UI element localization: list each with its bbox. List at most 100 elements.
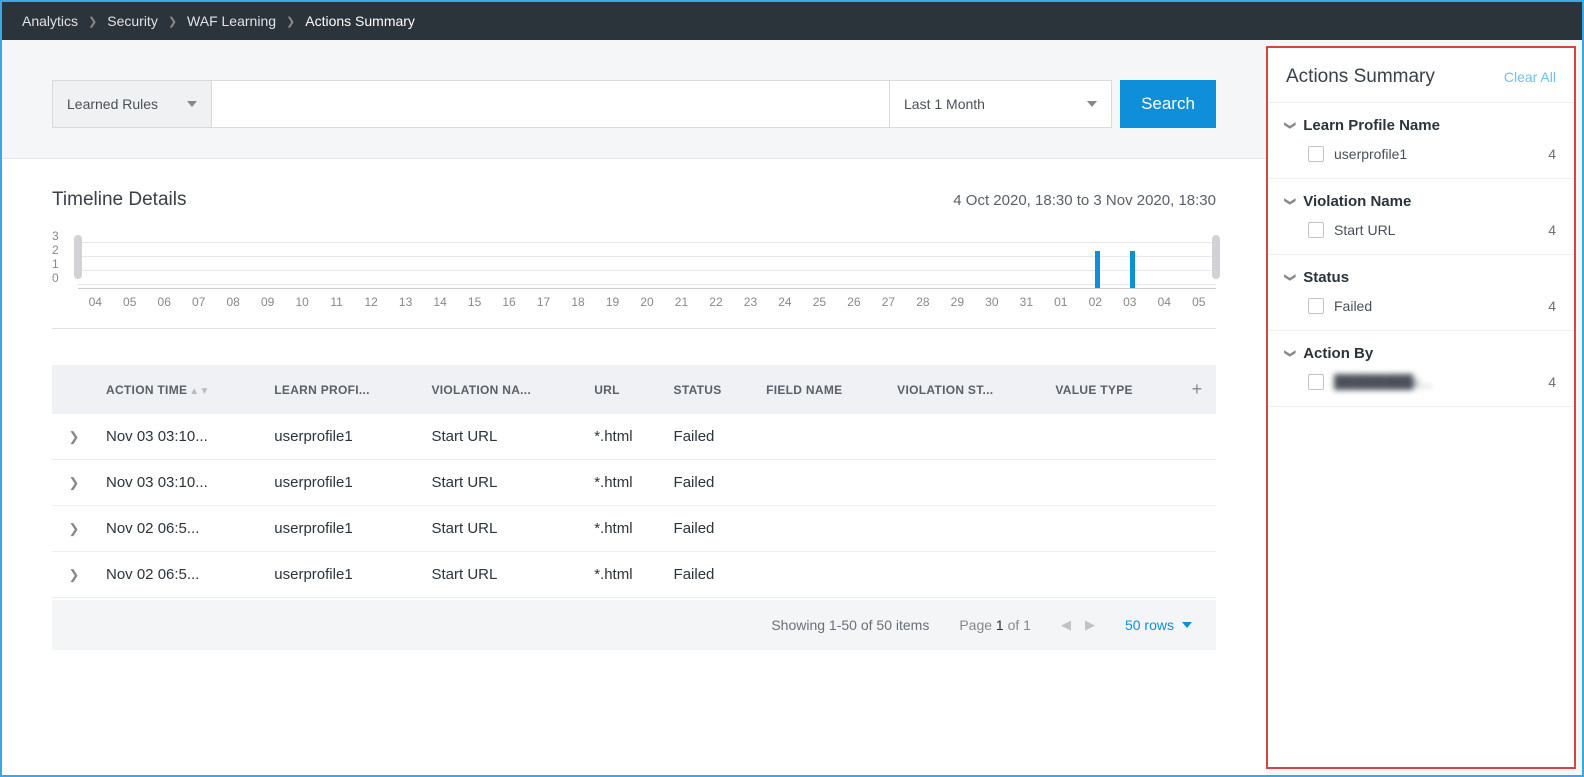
cell-violation-st (887, 506, 1045, 552)
cell-action-time: Nov 03 03:10... (96, 414, 264, 460)
table-row[interactable]: ❯ Nov 02 06:5... userprofile1 Start URL … (52, 506, 1216, 552)
facet-count: 4 (1548, 146, 1556, 162)
cell-value-type (1045, 506, 1178, 552)
chevron-down-icon: ❯ (1284, 273, 1297, 282)
table-footer: Showing 1-50 of 50 items Page 1 of 1 ◀ ▶… (52, 600, 1216, 650)
chevron-down-icon (1087, 101, 1097, 107)
cell-learn-profile: userprofile1 (264, 414, 421, 460)
cell-field-name (756, 460, 887, 506)
next-page-button[interactable]: ▶ (1085, 617, 1095, 633)
facet-group: ❯ Learn Profile Name userprofile1 4 (1268, 103, 1574, 179)
time-range-dropdown[interactable]: Last 1 Month (890, 80, 1112, 128)
facet-count: 4 (1548, 222, 1556, 238)
chart-y-axis: 3210 (52, 229, 59, 285)
col-url[interactable]: URL (584, 365, 663, 414)
checkbox[interactable] (1308, 374, 1324, 390)
range-handle-right[interactable] (1212, 235, 1220, 279)
cell-value-type (1045, 460, 1178, 506)
search-scope-dropdown[interactable]: Learned Rules (52, 80, 212, 128)
expand-row-icon[interactable]: ❯ (69, 521, 80, 536)
breadcrumb: Analytics ❯ Security ❯ WAF Learning ❯ Ac… (2, 2, 1582, 40)
facet-item[interactable]: Start URL 4 (1286, 222, 1556, 238)
chevron-down-icon: ❯ (1284, 121, 1297, 130)
facet-item[interactable]: ████████c... 4 (1286, 374, 1556, 390)
cell-violation-name: Start URL (421, 460, 584, 506)
cell-status: Failed (664, 460, 757, 506)
search-button[interactable]: Search (1120, 80, 1216, 128)
table-row[interactable]: ❯ Nov 02 06:5... userprofile1 Start URL … (52, 552, 1216, 598)
cell-url: *.html (584, 414, 663, 460)
col-learn-profile[interactable]: LEARN PROFI... (264, 365, 421, 414)
checkbox[interactable] (1308, 298, 1324, 314)
facet-item[interactable]: Failed 4 (1286, 298, 1556, 314)
facet-header[interactable]: ❯ Status (1286, 269, 1556, 286)
results-table: ACTION TIME▲▼ LEARN PROFI... VIOLATION N… (52, 365, 1216, 775)
cell-status: Failed (664, 506, 757, 552)
main-content: Learned Rules Last 1 Month Search Timeli… (2, 40, 1266, 775)
cell-violation-st (887, 414, 1045, 460)
table-row[interactable]: ❯ Nov 03 03:10... userprofile1 Start URL… (52, 460, 1216, 506)
col-violation-name[interactable]: VIOLATION NA... (421, 365, 584, 414)
time-range-label: Last 1 Month (904, 96, 985, 112)
checkbox[interactable] (1308, 146, 1324, 162)
chevron-right-icon: ❯ (168, 15, 177, 28)
page-nav: ◀ ▶ (1061, 617, 1095, 633)
crumb-security[interactable]: Security (107, 13, 158, 29)
timeline-chart[interactable]: 3210 04050607080910111213141516171819202… (52, 229, 1216, 329)
prev-page-button[interactable]: ◀ (1061, 617, 1071, 633)
cell-action-time: Nov 03 03:10... (96, 460, 264, 506)
search-input[interactable] (212, 80, 890, 128)
search-toolbar: Learned Rules Last 1 Month Search (2, 40, 1266, 159)
facet-name: Learn Profile Name (1303, 117, 1440, 134)
cell-learn-profile: userprofile1 (264, 460, 421, 506)
facet-header[interactable]: ❯ Learn Profile Name (1286, 117, 1556, 134)
cell-status: Failed (664, 414, 757, 460)
search-scope-label: Learned Rules (67, 96, 158, 112)
col-value-type[interactable]: VALUE TYPE (1045, 365, 1178, 414)
cell-url: *.html (584, 460, 663, 506)
showing-text: Showing 1-50 of 50 items (771, 617, 929, 633)
expand-column-header (52, 365, 96, 414)
facet-name: Action By (1303, 345, 1373, 362)
col-status[interactable]: STATUS (664, 365, 757, 414)
facet-group: ❯ Violation Name Start URL 4 (1268, 179, 1574, 255)
facet-label: Failed (1334, 298, 1548, 314)
rows-per-page-dropdown[interactable]: 50 rows (1125, 617, 1192, 633)
crumb-actions-summary: Actions Summary (305, 13, 415, 29)
cell-field-name (756, 414, 887, 460)
expand-row-icon[interactable]: ❯ (69, 429, 80, 444)
chart-bar (1095, 251, 1100, 288)
clear-all-button[interactable]: Clear All (1504, 69, 1556, 85)
cell-learn-profile: userprofile1 (264, 552, 421, 598)
cell-url: *.html (584, 506, 663, 552)
chevron-down-icon (187, 101, 197, 107)
cell-violation-st (887, 460, 1045, 506)
expand-row-icon[interactable]: ❯ (69, 567, 80, 582)
facet-header[interactable]: ❯ Violation Name (1286, 193, 1556, 210)
col-action-time[interactable]: ACTION TIME▲▼ (96, 365, 264, 414)
crumb-waf-learning[interactable]: WAF Learning (187, 13, 276, 29)
chevron-right-icon: ❯ (88, 15, 97, 28)
facet-label: userprofile1 (1334, 146, 1548, 162)
add-column-button[interactable]: + (1178, 365, 1216, 414)
cell-action-time: Nov 02 06:5... (96, 552, 264, 598)
col-field-name[interactable]: FIELD NAME (756, 365, 887, 414)
cell-field-name (756, 506, 887, 552)
chart-x-axis: 0405060708091011121314151617181920212223… (78, 289, 1216, 309)
facet-count: 4 (1548, 374, 1556, 390)
facet-item[interactable]: userprofile1 4 (1286, 146, 1556, 162)
cell-value-type (1045, 552, 1178, 598)
range-handle-left[interactable] (74, 235, 82, 279)
chevron-down-icon: ❯ (1284, 349, 1297, 358)
col-violation-st[interactable]: VIOLATION ST... (887, 365, 1045, 414)
facet-name: Violation Name (1303, 193, 1411, 210)
cell-value-type (1045, 414, 1178, 460)
checkbox[interactable] (1308, 222, 1324, 238)
cell-status: Failed (664, 552, 757, 598)
facet-header[interactable]: ❯ Action By (1286, 345, 1556, 362)
timeline-range: 4 Oct 2020, 18:30 to 3 Nov 2020, 18:30 (953, 192, 1216, 209)
crumb-analytics[interactable]: Analytics (22, 13, 78, 29)
expand-row-icon[interactable]: ❯ (69, 475, 80, 490)
table-row[interactable]: ❯ Nov 03 03:10... userprofile1 Start URL… (52, 414, 1216, 460)
filters-panel: Actions Summary Clear All ❯ Learn Profil… (1266, 46, 1576, 769)
